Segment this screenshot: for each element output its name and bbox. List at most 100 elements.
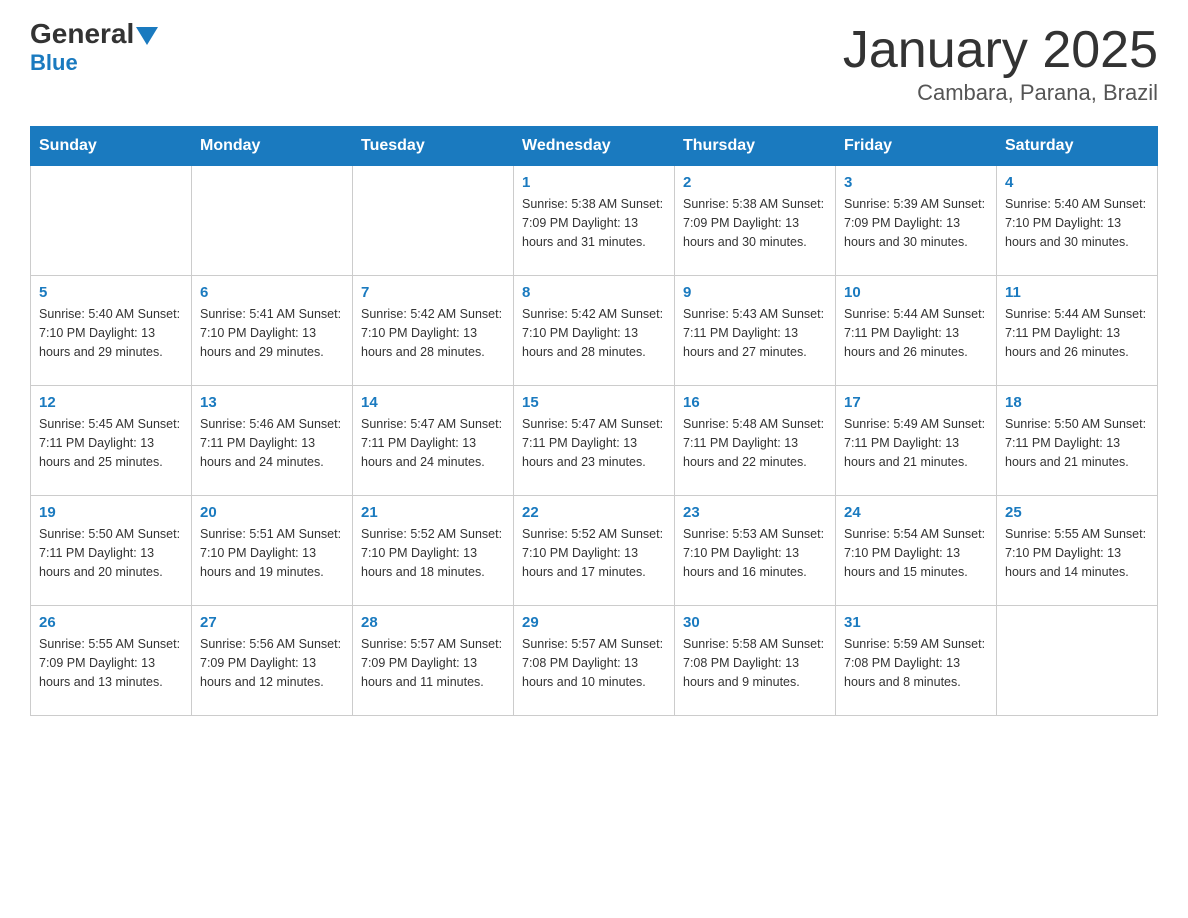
day-info: Sunrise: 5:42 AM Sunset: 7:10 PM Dayligh…	[522, 305, 666, 361]
table-row: 20Sunrise: 5:51 AM Sunset: 7:10 PM Dayli…	[192, 496, 353, 606]
header-sunday: Sunday	[31, 127, 192, 166]
table-row: 27Sunrise: 5:56 AM Sunset: 7:09 PM Dayli…	[192, 606, 353, 716]
day-info: Sunrise: 5:55 AM Sunset: 7:09 PM Dayligh…	[39, 635, 183, 691]
table-row: 14 Sunrise: 5:47 AM Sunset: 7:11 PM Dayli…	[353, 386, 514, 496]
day-info: Sunrise: 5:40 AM Sunset: 7:10 PM Dayligh…	[1005, 195, 1149, 251]
day-info: Sunrise: 5:45 AM Sunset: 7:11 PM Dayligh…	[39, 415, 183, 471]
logo-blue-text: Blue	[30, 50, 78, 76]
day-number: 20	[200, 504, 344, 521]
day-info: Sunrise: 5:48 AM Sunset: 7:11 PM Dayligh…	[683, 415, 827, 471]
logo: General Blue	[30, 20, 158, 76]
day-number: 13	[200, 394, 344, 411]
header-monday: Monday	[192, 127, 353, 166]
day-number: 19	[39, 504, 183, 521]
day-number: 17	[844, 394, 988, 411]
day-number: 18	[1005, 394, 1149, 411]
table-row: 25 Sunrise: 5:55 AM Sunset: 7:10 PM Dayli…	[997, 496, 1158, 606]
table-row: 15 Sunrise: 5:47 AM Sunset: 7:11 PM Dayli…	[514, 386, 675, 496]
table-row: 29Sunrise: 5:57 AM Sunset: 7:08 PM Dayli…	[514, 606, 675, 716]
day-number: 14	[361, 394, 505, 411]
table-row: 4 Sunrise: 5:40 AM Sunset: 7:10 PM Daylig…	[997, 166, 1158, 276]
table-row: 26 Sunrise: 5:55 AM Sunset: 7:09 PM Dayli…	[31, 606, 192, 716]
table-row: 28Sunrise: 5:57 AM Sunset: 7:09 PM Dayli…	[353, 606, 514, 716]
table-row: 31Sunrise: 5:59 AM Sunset: 7:08 PM Dayli…	[836, 606, 997, 716]
table-row: 22 Sunrise: 5:52 AM Sunset: 7:10 PM Dayli…	[514, 496, 675, 606]
day-info: Sunrise: 5:38 AM Sunset: 7:09 PM Dayligh…	[683, 195, 827, 251]
calendar-week-row: 12 Sunrise: 5:45 AM Sunset: 7:11 PM Dayli…	[31, 386, 1158, 496]
title-block: January 2025 Cambara, Parana, Brazil	[843, 20, 1158, 106]
day-number: 22	[522, 504, 666, 521]
day-number: 1	[522, 174, 666, 191]
day-info: Sunrise: 5:42 AM Sunset: 7:10 PM Dayligh…	[361, 305, 505, 361]
day-number: 23	[683, 504, 827, 521]
header-thursday: Thursday	[675, 127, 836, 166]
table-row: 2 Sunrise: 5:38 AM Sunset: 7:09 PM Daylig…	[675, 166, 836, 276]
day-info: Sunrise: 5:40 AM Sunset: 7:10 PM Dayligh…	[39, 305, 183, 361]
day-number: 26	[39, 614, 183, 631]
day-info: Sunrise: 5:52 AM Sunset: 7:10 PM Dayligh…	[522, 525, 666, 581]
day-info: Sunrise: 5:56 AM Sunset: 7:09 PM Dayligh…	[200, 635, 344, 691]
table-row: 3Sunrise: 5:39 AM Sunset: 7:09 PM Daylig…	[836, 166, 997, 276]
header-wednesday: Wednesday	[514, 127, 675, 166]
day-number: 8	[522, 284, 666, 301]
day-info: Sunrise: 5:43 AM Sunset: 7:11 PM Dayligh…	[683, 305, 827, 361]
table-row: 6 Sunrise: 5:41 AM Sunset: 7:10 PM Daylig…	[192, 276, 353, 386]
day-info: Sunrise: 5:39 AM Sunset: 7:09 PM Dayligh…	[844, 195, 988, 251]
table-row: 12 Sunrise: 5:45 AM Sunset: 7:11 PM Dayli…	[31, 386, 192, 496]
table-row: 10 Sunrise: 5:44 AM Sunset: 7:11 PM Dayli…	[836, 276, 997, 386]
table-row: 21 Sunrise: 5:52 AM Sunset: 7:10 PM Dayli…	[353, 496, 514, 606]
day-number: 4	[1005, 174, 1149, 191]
day-number: 31	[844, 614, 988, 631]
day-number: 21	[361, 504, 505, 521]
day-info: Sunrise: 5:55 AM Sunset: 7:10 PM Dayligh…	[1005, 525, 1149, 581]
day-info: Sunrise: 5:41 AM Sunset: 7:10 PM Dayligh…	[200, 305, 344, 361]
calendar-title: January 2025	[843, 20, 1158, 80]
calendar-week-row: 5 Sunrise: 5:40 AM Sunset: 7:10 PM Daylig…	[31, 276, 1158, 386]
table-row: 18 Sunrise: 5:50 AM Sunset: 7:11 PM Dayli…	[997, 386, 1158, 496]
header-tuesday: Tuesday	[353, 127, 514, 166]
day-info: Sunrise: 5:50 AM Sunset: 7:11 PM Dayligh…	[1005, 415, 1149, 471]
table-row: 8 Sunrise: 5:42 AM Sunset: 7:10 PM Daylig…	[514, 276, 675, 386]
day-number: 28	[361, 614, 505, 631]
day-number: 5	[39, 284, 183, 301]
calendar-week-row: 26 Sunrise: 5:55 AM Sunset: 7:09 PM Dayli…	[31, 606, 1158, 716]
day-number: 30	[683, 614, 827, 631]
day-info: Sunrise: 5:54 AM Sunset: 7:10 PM Dayligh…	[844, 525, 988, 581]
day-number: 25	[1005, 504, 1149, 521]
table-row: 23 Sunrise: 5:53 AM Sunset: 7:10 PM Dayli…	[675, 496, 836, 606]
day-number: 12	[39, 394, 183, 411]
day-number: 11	[1005, 284, 1149, 301]
day-number: 29	[522, 614, 666, 631]
page-header: General Blue January 2025 Cambara, Paran…	[30, 20, 1158, 106]
table-row	[192, 166, 353, 276]
table-row: 9Sunrise: 5:43 AM Sunset: 7:11 PM Daylig…	[675, 276, 836, 386]
table-row: 16Sunrise: 5:48 AM Sunset: 7:11 PM Dayli…	[675, 386, 836, 496]
header-saturday: Saturday	[997, 127, 1158, 166]
day-info: Sunrise: 5:47 AM Sunset: 7:11 PM Dayligh…	[361, 415, 505, 471]
calendar-table: Sunday Monday Tuesday Wednesday Thursday…	[30, 126, 1158, 716]
table-row: 1 Sunrise: 5:38 AM Sunset: 7:09 PM Daylig…	[514, 166, 675, 276]
day-info: Sunrise: 5:49 AM Sunset: 7:11 PM Dayligh…	[844, 415, 988, 471]
day-number: 2	[683, 174, 827, 191]
table-row: 13Sunrise: 5:46 AM Sunset: 7:11 PM Dayli…	[192, 386, 353, 496]
day-info: Sunrise: 5:44 AM Sunset: 7:11 PM Dayligh…	[1005, 305, 1149, 361]
table-row: 7 Sunrise: 5:42 AM Sunset: 7:10 PM Daylig…	[353, 276, 514, 386]
day-info: Sunrise: 5:38 AM Sunset: 7:09 PM Dayligh…	[522, 195, 666, 251]
day-number: 15	[522, 394, 666, 411]
day-info: Sunrise: 5:47 AM Sunset: 7:11 PM Dayligh…	[522, 415, 666, 471]
calendar-header-row: Sunday Monday Tuesday Wednesday Thursday…	[31, 127, 1158, 166]
day-info: Sunrise: 5:53 AM Sunset: 7:10 PM Dayligh…	[683, 525, 827, 581]
table-row	[353, 166, 514, 276]
day-info: Sunrise: 5:44 AM Sunset: 7:11 PM Dayligh…	[844, 305, 988, 361]
day-info: Sunrise: 5:52 AM Sunset: 7:10 PM Dayligh…	[361, 525, 505, 581]
logo-triangle-icon	[136, 27, 158, 45]
day-number: 10	[844, 284, 988, 301]
table-row	[997, 606, 1158, 716]
calendar-subtitle: Cambara, Parana, Brazil	[843, 80, 1158, 106]
day-number: 6	[200, 284, 344, 301]
calendar-week-row: 19Sunrise: 5:50 AM Sunset: 7:11 PM Dayli…	[31, 496, 1158, 606]
calendar-week-row: 1 Sunrise: 5:38 AM Sunset: 7:09 PM Daylig…	[31, 166, 1158, 276]
day-number: 7	[361, 284, 505, 301]
table-row: 11 Sunrise: 5:44 AM Sunset: 7:11 PM Dayli…	[997, 276, 1158, 386]
table-row: 17 Sunrise: 5:49 AM Sunset: 7:11 PM Dayli…	[836, 386, 997, 496]
